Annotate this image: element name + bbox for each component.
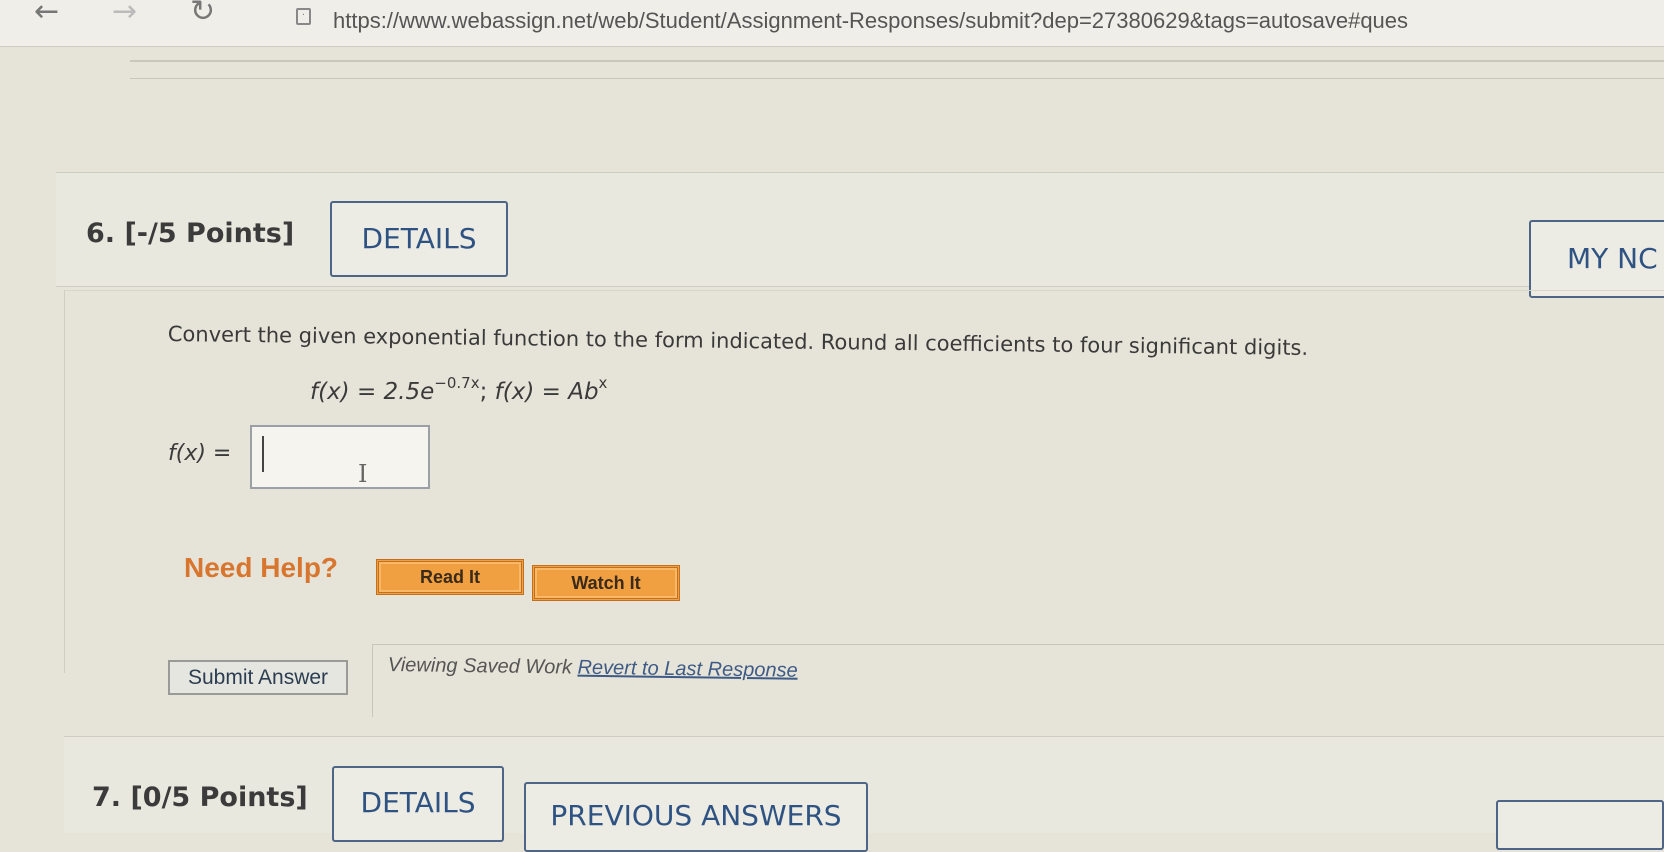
divider (130, 60, 1664, 62)
viewing-saved-label: Viewing Saved Work (387, 654, 573, 679)
address-bar[interactable]: https://www.webassign.net/web/Student/As… (333, 8, 1408, 34)
details-button[interactable]: DETAILS (330, 201, 508, 277)
divider (130, 78, 1664, 79)
equation-exponent2: x (598, 374, 608, 392)
saved-work-panel (372, 644, 1664, 717)
arrow-left-icon[interactable]: ← (34, 0, 59, 27)
previous-answers-button[interactable]: PREVIOUS ANSWERS (524, 782, 868, 852)
watch-it-button[interactable]: Watch It (532, 565, 680, 601)
equation-separator: ; (479, 379, 495, 405)
my-notes-button[interactable]: MY NC (1529, 220, 1664, 298)
question-6-header (56, 172, 1664, 287)
question-6-title: 6. [-/5 Points] (86, 218, 295, 249)
read-it-button[interactable]: Read It (376, 559, 524, 595)
given-equation: f(x) = 2.5e−0.7x; f(x) = Abx (310, 374, 607, 405)
arrow-right-icon[interactable]: → (112, 0, 137, 27)
equation-lhs1: f(x) = 2.5e (310, 379, 435, 405)
answer-label: f(x) = (168, 441, 232, 466)
need-help-label: Need Help? (184, 552, 339, 583)
site-info-icon[interactable]: · (296, 8, 311, 25)
details-button-q7[interactable]: DETAILS (332, 766, 504, 842)
answer-input[interactable] (250, 425, 430, 489)
equation-exponent1: −0.7x (434, 374, 480, 392)
text-caret (262, 436, 264, 472)
reload-icon[interactable]: ↻ (190, 0, 215, 27)
submit-answer-button[interactable]: Submit Answer (168, 660, 348, 695)
question-7-title: 7. [0/5 Points] (92, 782, 308, 813)
revert-link[interactable]: Revert to Last Response (577, 657, 797, 682)
my-notes-button-q7[interactable] (1496, 800, 1664, 850)
equation-lhs2: f(x) = Ab (494, 379, 599, 405)
browser-toolbar: ← → ↻ · https://www.webassign.net/web/St… (0, 0, 1664, 47)
ibeam-cursor-icon: I (358, 460, 368, 488)
